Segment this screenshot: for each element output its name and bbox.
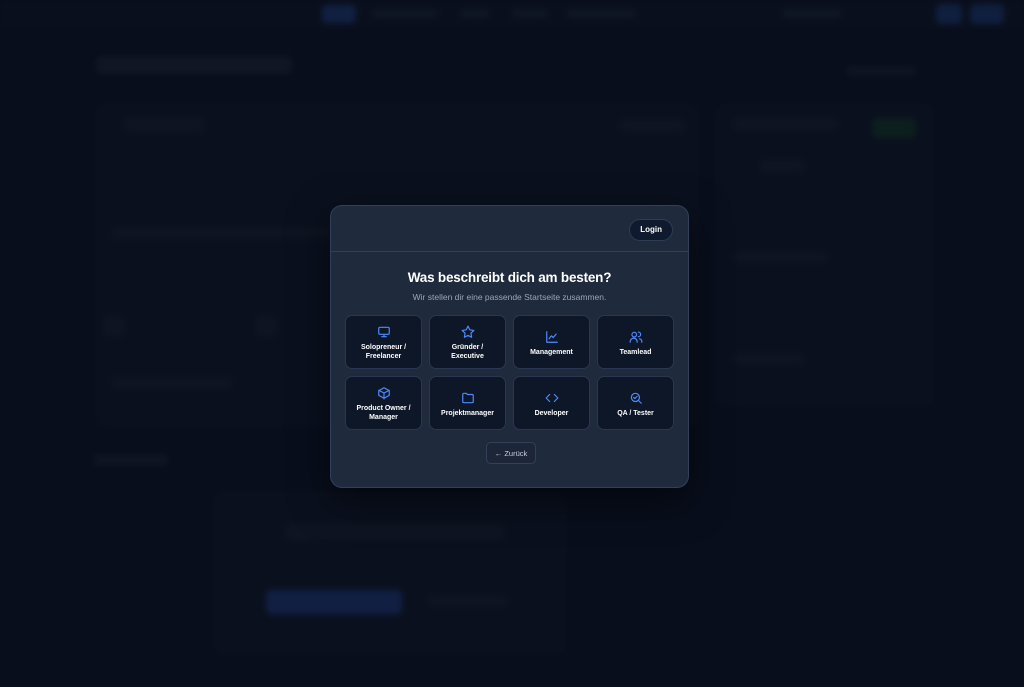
role-label: Gründer / Executive xyxy=(451,344,484,360)
chart-icon xyxy=(546,331,558,343)
monitor-icon xyxy=(378,326,390,338)
role-option-developer[interactable]: Developer xyxy=(513,376,590,430)
role-label: Solopreneur / Freelancer xyxy=(360,344,407,360)
role-selection-modal: Login Was beschreibt dich am besten? Wir… xyxy=(330,205,689,488)
users-icon xyxy=(629,331,643,343)
role-option-solopreneur[interactable]: Solopreneur / Freelancer xyxy=(345,315,422,369)
package-icon xyxy=(378,387,390,400)
role-label: QA / Tester xyxy=(617,410,654,417)
role-option-founder[interactable]: Gründer / Executive xyxy=(429,315,506,369)
role-option-teamlead[interactable]: Teamlead xyxy=(597,315,674,369)
role-option-product-owner[interactable]: Product Owner / Manager xyxy=(345,376,422,430)
role-option-qa-tester[interactable]: QA / Tester xyxy=(597,376,674,430)
role-label: Projektmanager xyxy=(441,410,494,417)
role-option-management[interactable]: Management xyxy=(513,315,590,369)
code-icon xyxy=(545,393,559,403)
role-label: Developer xyxy=(534,410,569,417)
back-button[interactable]: ← Zurück xyxy=(486,442,536,464)
modal-subtitle: Wir stellen dir eine passende Startseite… xyxy=(412,292,607,302)
role-label: Teamlead xyxy=(619,349,652,356)
folder-icon xyxy=(462,392,474,404)
role-label: Product Owner / Manager xyxy=(356,405,411,421)
role-option-project-manager[interactable]: Projektmanager xyxy=(429,376,506,430)
modal-header: Login xyxy=(331,206,688,252)
search-check-icon xyxy=(630,392,642,404)
login-button[interactable]: Login xyxy=(629,219,673,241)
star-icon xyxy=(461,325,475,338)
modal-title: Was beschreibt dich am besten? xyxy=(407,270,612,285)
role-label: Management xyxy=(530,349,573,356)
